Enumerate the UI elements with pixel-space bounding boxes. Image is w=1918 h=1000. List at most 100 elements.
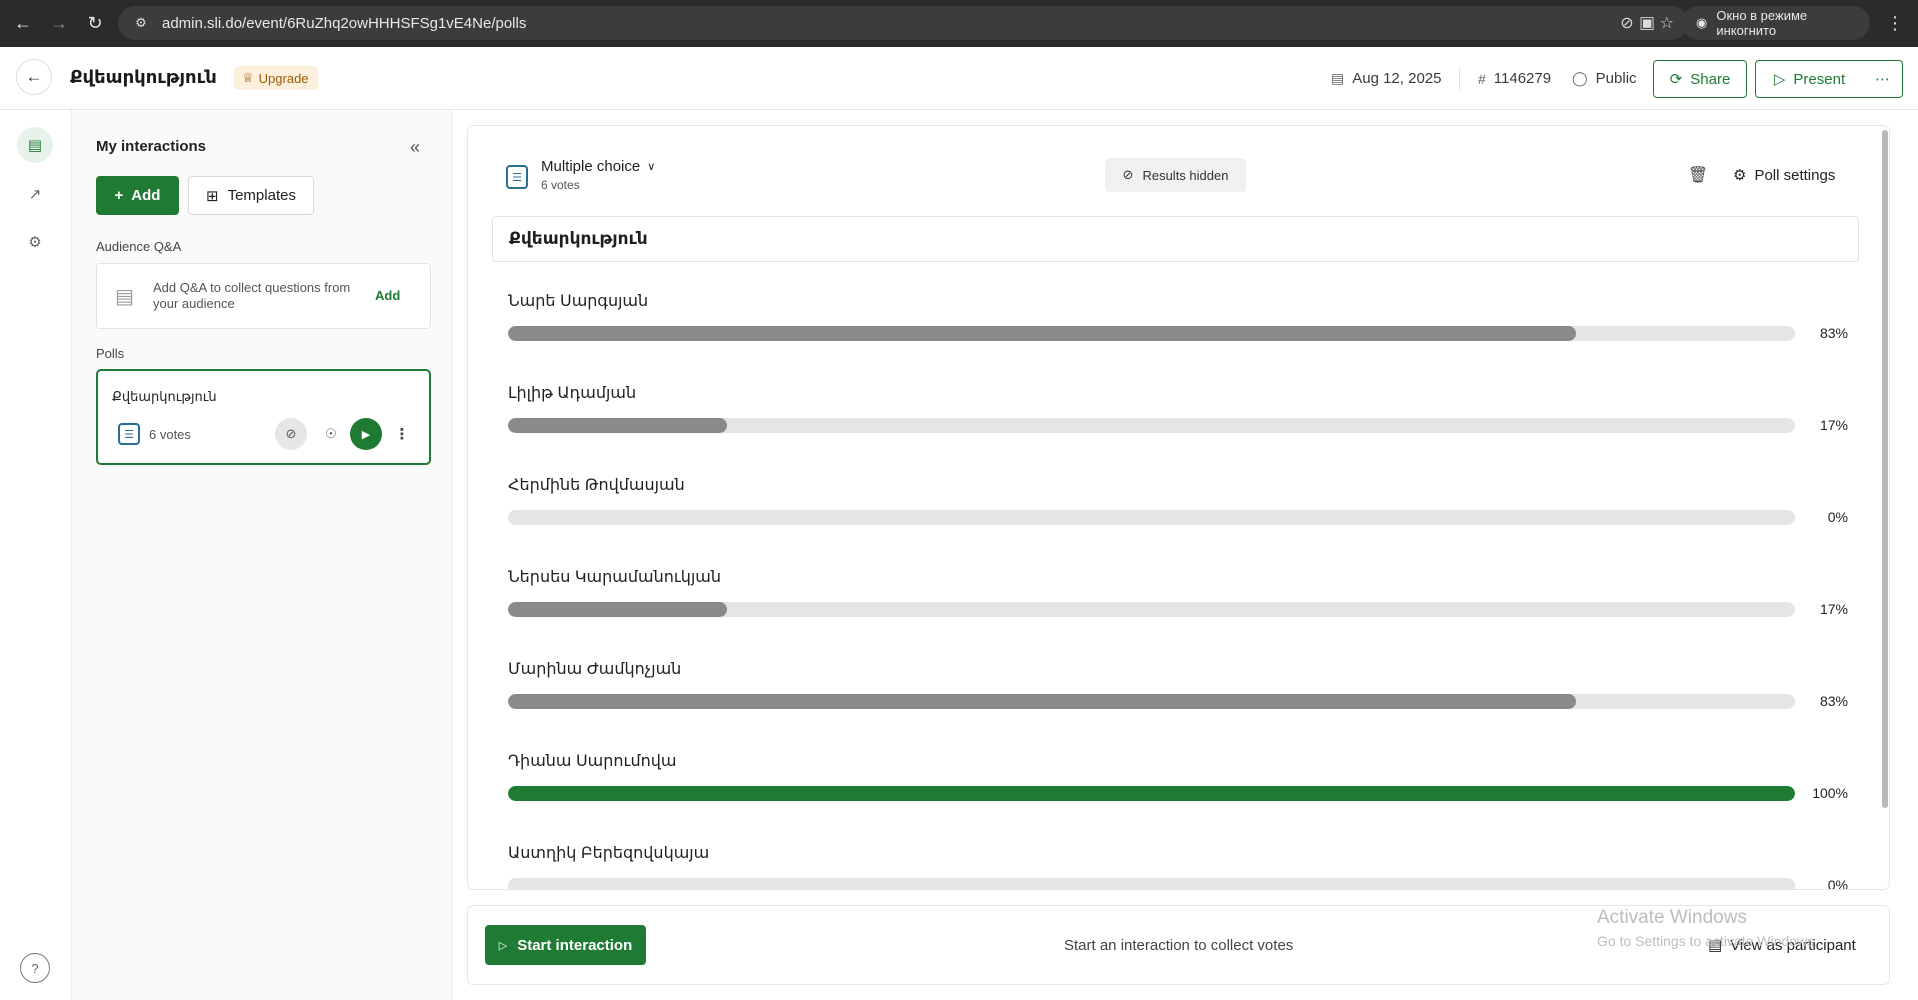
app-header: ← Քվեարկություն ♕ Upgrade ▤ Aug 12, 2025… — [0, 47, 1918, 110]
poll-option-bar-fill — [508, 694, 1577, 709]
poll-option-percent: 83% — [1819, 325, 1848, 341]
results-hidden-label: Results hidden — [1142, 167, 1229, 183]
poll-option-label: Հերմինե Թովմասյան — [508, 477, 685, 494]
grid-icon: ⊞ — [206, 187, 219, 205]
poll-option-percent: 0% — [1827, 877, 1848, 890]
poll-option-bar-track — [508, 418, 1795, 433]
upgrade-badge[interactable]: ♕ Upgrade — [234, 66, 318, 90]
qa-add-link[interactable]: Add — [375, 288, 400, 303]
poll-option-percent: 100% — [1812, 785, 1848, 801]
more-options-button[interactable]: ⋯ — [1863, 60, 1903, 98]
plus-icon: + — [114, 187, 124, 204]
poll-list-item[interactable]: Քվեարկություն ☰ 6 votes ⊘ ☉ ▶ ⋮ — [96, 369, 431, 465]
browser-back-icon[interactable]: ← — [8, 9, 38, 39]
back-button[interactable]: ← — [16, 59, 52, 95]
poll-option-percent: 83% — [1819, 693, 1848, 709]
panel-title: My interactions — [96, 138, 207, 155]
share-icon: ⟳ — [1669, 71, 1683, 88]
event-code-label: 1146279 — [1493, 70, 1552, 87]
qa-description: Add Q&A to collect questions from your a… — [153, 280, 351, 311]
eye-off-icon: ⊘ — [1122, 167, 1134, 182]
watermark-title: Activate Windows — [1597, 907, 1747, 928]
poll-option-bar-fill — [508, 326, 1577, 341]
poll-option-percent: 0% — [1827, 509, 1848, 525]
poll-option-label: Աստղիկ Բերեզովսկայա — [508, 845, 710, 862]
poll-option-bar-fill — [508, 786, 1795, 801]
poll-option-bar-track — [508, 326, 1795, 341]
poll-option-bar-fill — [508, 418, 727, 433]
poll-option-bar-fill — [508, 602, 727, 617]
event-date[interactable]: ▤ Aug 12, 2025 — [1331, 47, 1441, 110]
browser-forward-icon[interactable]: → — [44, 9, 74, 39]
more-vertical-icon[interactable]: ⋮ — [390, 418, 414, 450]
start-interaction-button[interactable]: ▷ Start interaction — [485, 925, 646, 965]
poll-settings-button[interactable]: ⚙ Poll settings — [1733, 156, 1835, 194]
polls-section-label: Polls — [96, 346, 125, 361]
share-button[interactable]: ⟳ Share — [1653, 60, 1747, 98]
poll-votes: 6 votes — [541, 178, 580, 192]
poll-list-title: Քվեարկություն — [112, 389, 217, 404]
results-hidden-toggle[interactable]: ⊘ Results hidden — [1105, 158, 1246, 192]
poll-option-label: Լիլիթ Ադամյան — [508, 385, 637, 402]
site-info-icon[interactable]: ⚙ — [130, 15, 152, 31]
calendar-icon: ▤ — [1331, 70, 1345, 86]
upgrade-label: Upgrade — [258, 70, 309, 86]
add-interaction-button[interactable]: + Add — [96, 176, 179, 215]
address-url[interactable]: admin.sli.do/event/6RuZhq2owHHHSFSg1vE4N… — [162, 15, 526, 32]
present-icon: ▷ — [1773, 71, 1786, 88]
rail-analytics-icon[interactable]: ↗ — [17, 176, 53, 212]
chat-bubble-icon: ▤ — [115, 286, 134, 308]
unlock-icon[interactable]: ☉ — [317, 418, 345, 450]
crown-icon: ♕ — [242, 70, 254, 85]
rail-settings-icon[interactable]: ⚙ — [17, 224, 53, 260]
poll-option: Նարե Սարգսյան 83% — [508, 291, 1848, 351]
incognito-indicator[interactable]: ◉ Окно в режиме инкогнито — [1682, 6, 1870, 40]
multiple-choice-icon: ☰ — [118, 423, 140, 445]
poll-option-percent: 17% — [1819, 601, 1848, 617]
poll-type-dropdown[interactable]: Multiple choice ∨ — [541, 158, 655, 175]
watermark-subtitle: Go to Settings to activate Windows. — [1597, 933, 1818, 949]
activate-play-icon[interactable]: ▶ — [350, 418, 382, 450]
scrollbar[interactable] — [1882, 130, 1888, 808]
qa-card: ▤ Add Q&A to collect questions from your… — [96, 263, 431, 329]
poll-option-bar-track — [508, 510, 1795, 525]
visibility-label: Public — [1595, 70, 1637, 87]
hide-results-icon[interactable]: ⊘ — [275, 418, 307, 450]
incognito-icon: ◉ — [1696, 15, 1708, 30]
rail-interactions-icon[interactable]: ▤ — [17, 127, 53, 163]
extensions-icon[interactable]: ▣ — [1632, 8, 1662, 38]
event-title: Քվեարկություն — [70, 67, 217, 87]
poll-editor: ☰ Multiple choice ∨ 6 votes ⊘ Results hi… — [467, 125, 1890, 890]
add-label: Add — [131, 187, 161, 204]
windows-activation-watermark: Activate Windows Go to Settings to activ… — [1597, 907, 1818, 949]
poll-type-label: Multiple choice — [541, 158, 641, 175]
left-rail: ▤ ↗ ⚙ ? — [0, 110, 72, 1000]
start-interaction-label: Start interaction — [517, 936, 633, 954]
collapse-panel-icon[interactable]: « — [402, 134, 428, 160]
event-visibility[interactable]: ◯ Public — [1572, 47, 1637, 110]
templates-label: Templates — [227, 187, 296, 204]
poll-list-votes: 6 votes — [149, 427, 191, 442]
help-icon[interactable]: ? — [20, 953, 50, 983]
browser-menu-icon[interactable]: ⋮ — [1880, 8, 1910, 38]
present-button[interactable]: ▷ Present — [1756, 61, 1864, 97]
browser-reload-icon[interactable]: ↻ — [80, 9, 110, 39]
footer-message: Start an interaction to collect votes — [1064, 937, 1294, 954]
poll-option-bar-track — [508, 694, 1795, 709]
poll-option: Դիանա Սարումովա 100% — [508, 751, 1848, 811]
gear-icon: ⚙ — [1733, 167, 1747, 184]
templates-button[interactable]: ⊞ Templates — [188, 176, 314, 215]
trash-icon[interactable]: 🗑 — [1685, 162, 1711, 188]
poll-option-bar-track — [508, 786, 1795, 801]
event-date-label: Aug 12, 2025 — [1352, 70, 1442, 87]
divider — [1459, 67, 1460, 91]
event-code[interactable]: # 1146279 — [1478, 47, 1551, 110]
browser-toolbar: ← → ↻ ⚙ admin.sli.do/event/6RuZhq2owHHHS… — [0, 0, 1918, 47]
shield-icon: ◯ — [1572, 70, 1588, 86]
address-bar[interactable]: ⚙ admin.sli.do/event/6RuZhq2owHHHSFSg1vE… — [118, 6, 1688, 40]
poll-option-bar-track — [508, 878, 1795, 889]
poll-question[interactable]: Քվեարկություն — [492, 216, 1859, 262]
poll-option-percent: 17% — [1819, 417, 1848, 433]
poll-option-bar-track — [508, 602, 1795, 617]
poll-option: Մարինա Ժամկոչյան 83% — [508, 659, 1848, 719]
